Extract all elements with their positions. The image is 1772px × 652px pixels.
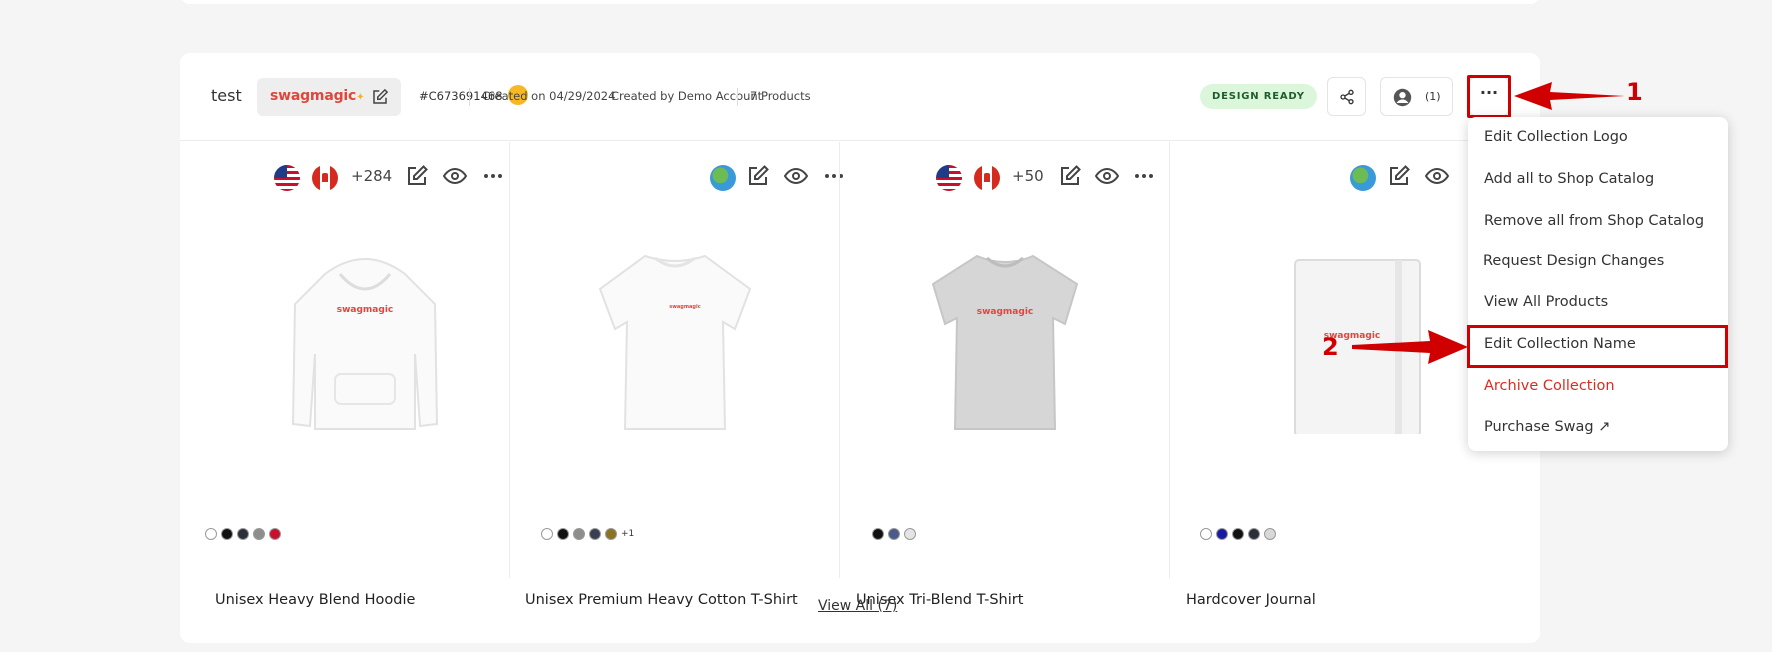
us-flag-icon <box>274 165 300 191</box>
edit-icon[interactable] <box>1058 164 1082 188</box>
annotation-arrow-2 <box>1352 330 1468 364</box>
product-name[interactable]: Hardcover Journal <box>1186 592 1316 608</box>
swatch[interactable] <box>872 528 884 540</box>
divider <box>737 88 738 106</box>
swatch[interactable] <box>1200 528 1212 540</box>
created-on: Created on 04/29/2024 <box>482 89 616 103</box>
region-count: +284 <box>351 167 393 185</box>
swatch[interactable] <box>1264 528 1276 540</box>
menu-item-purchase-swag[interactable]: Purchase Swag ↗ <box>1484 419 1610 435</box>
more-icon[interactable] <box>1132 164 1156 188</box>
svg-text:swagmagic: swagmagic <box>337 305 394 315</box>
menu-item-view-all-products[interactable]: View All Products <box>1484 294 1608 310</box>
created-by: Created by Demo Account <box>611 89 763 103</box>
product-card[interactable]: swagmagic +1 Unisex Premium Heavy Cotton… <box>510 142 843 608</box>
swatch[interactable] <box>888 528 900 540</box>
tshirt-image: swagmagic <box>931 254 1079 430</box>
annotation-arrow-1 <box>1514 82 1625 110</box>
share-button[interactable] <box>1327 77 1366 116</box>
canada-flag-icon <box>312 165 338 191</box>
annotation-highlight-2 <box>1467 325 1728 368</box>
more-icon[interactable] <box>481 164 505 188</box>
eye-icon[interactable] <box>1095 164 1119 188</box>
status-badge: DESIGN READY <box>1200 84 1317 109</box>
menu-item-add-all-catalog[interactable]: Add all to Shop Catalog <box>1484 171 1654 187</box>
hoodie-image: swagmagic <box>291 258 439 430</box>
swatch[interactable] <box>237 528 249 540</box>
brand-logo: swagmagic✦ <box>270 88 365 104</box>
annotation-number-2: 2 <box>1322 333 1339 361</box>
product-name[interactable]: Unisex Heavy Blend Hoodie <box>215 592 415 608</box>
previous-collection-card <box>180 0 1540 4</box>
us-flag-icon <box>936 165 962 191</box>
eye-icon[interactable] <box>443 164 467 188</box>
swatch[interactable] <box>557 528 569 540</box>
swatch[interactable] <box>573 528 585 540</box>
eye-icon[interactable] <box>784 164 808 188</box>
swatch[interactable] <box>205 528 217 540</box>
collection-name: test <box>211 86 242 105</box>
share-icon <box>1340 89 1354 105</box>
eye-icon[interactable] <box>1425 164 1449 188</box>
swatch[interactable] <box>1248 528 1260 540</box>
brand-name: swagmagic <box>270 88 357 104</box>
edit-icon[interactable] <box>746 164 770 188</box>
globe-icon <box>710 165 736 191</box>
swatch[interactable] <box>605 528 617 540</box>
edit-icon[interactable] <box>405 164 429 188</box>
product-card[interactable]: +50 swagmagic Unisex Tri-Blend T-Shirt <box>840 142 1170 608</box>
product-count: 7 Products <box>750 89 811 103</box>
edit-icon[interactable] <box>1387 164 1411 188</box>
swatch[interactable] <box>1232 528 1244 540</box>
view-all-link[interactable]: View All (7) <box>818 598 897 614</box>
swatch[interactable] <box>221 528 233 540</box>
swatch[interactable] <box>904 528 916 540</box>
swatch[interactable] <box>253 528 265 540</box>
menu-item-edit-logo[interactable]: Edit Collection Logo <box>1484 129 1628 145</box>
swatch[interactable] <box>541 528 553 540</box>
collection-header: test swagmagic✦ #C673691468 Created on 0… <box>180 53 1540 141</box>
swatch[interactable] <box>589 528 601 540</box>
annotation-number-1: 1 <box>1626 78 1643 106</box>
product-name[interactable]: Unisex Premium Heavy Cotton T-Shirt <box>525 592 798 608</box>
region-count: +50 <box>1012 167 1044 185</box>
collaborators-button[interactable]: (1) <box>1380 77 1453 116</box>
divider <box>469 88 470 106</box>
swatch[interactable] <box>269 528 281 540</box>
edit-logo-icon[interactable] <box>371 88 389 106</box>
product-card[interactable]: +284 swagmagic Unisex Heavy Blend Hoodie <box>180 142 510 608</box>
external-link-icon: ↗ <box>1598 419 1611 435</box>
collection-logo[interactable]: swagmagic✦ <box>257 78 401 116</box>
collection-options-menu: Edit Collection Logo Add all to Shop Cat… <box>1468 117 1728 451</box>
tshirt-image: swagmagic <box>598 254 752 430</box>
svg-text:swagmagic: swagmagic <box>977 307 1034 317</box>
swatch[interactable] <box>1216 528 1228 540</box>
menu-item-archive-collection[interactable]: Archive Collection <box>1484 378 1615 394</box>
svg-text:swagmagic: swagmagic <box>669 304 700 310</box>
menu-item-request-design-changes[interactable]: Request Design Changes <box>1483 253 1664 269</box>
purchase-swag-label: Purchase Swag <box>1484 419 1594 435</box>
menu-item-remove-all-catalog[interactable]: Remove all from Shop Catalog <box>1484 213 1704 229</box>
collaborators-count: (1) <box>1425 90 1441 103</box>
annotation-highlight-1 <box>1467 75 1511 118</box>
more-swatches[interactable]: +1 <box>621 529 634 539</box>
user-avatar-icon <box>1393 88 1412 107</box>
globe-icon <box>1350 165 1376 191</box>
canada-flag-icon <box>974 165 1000 191</box>
